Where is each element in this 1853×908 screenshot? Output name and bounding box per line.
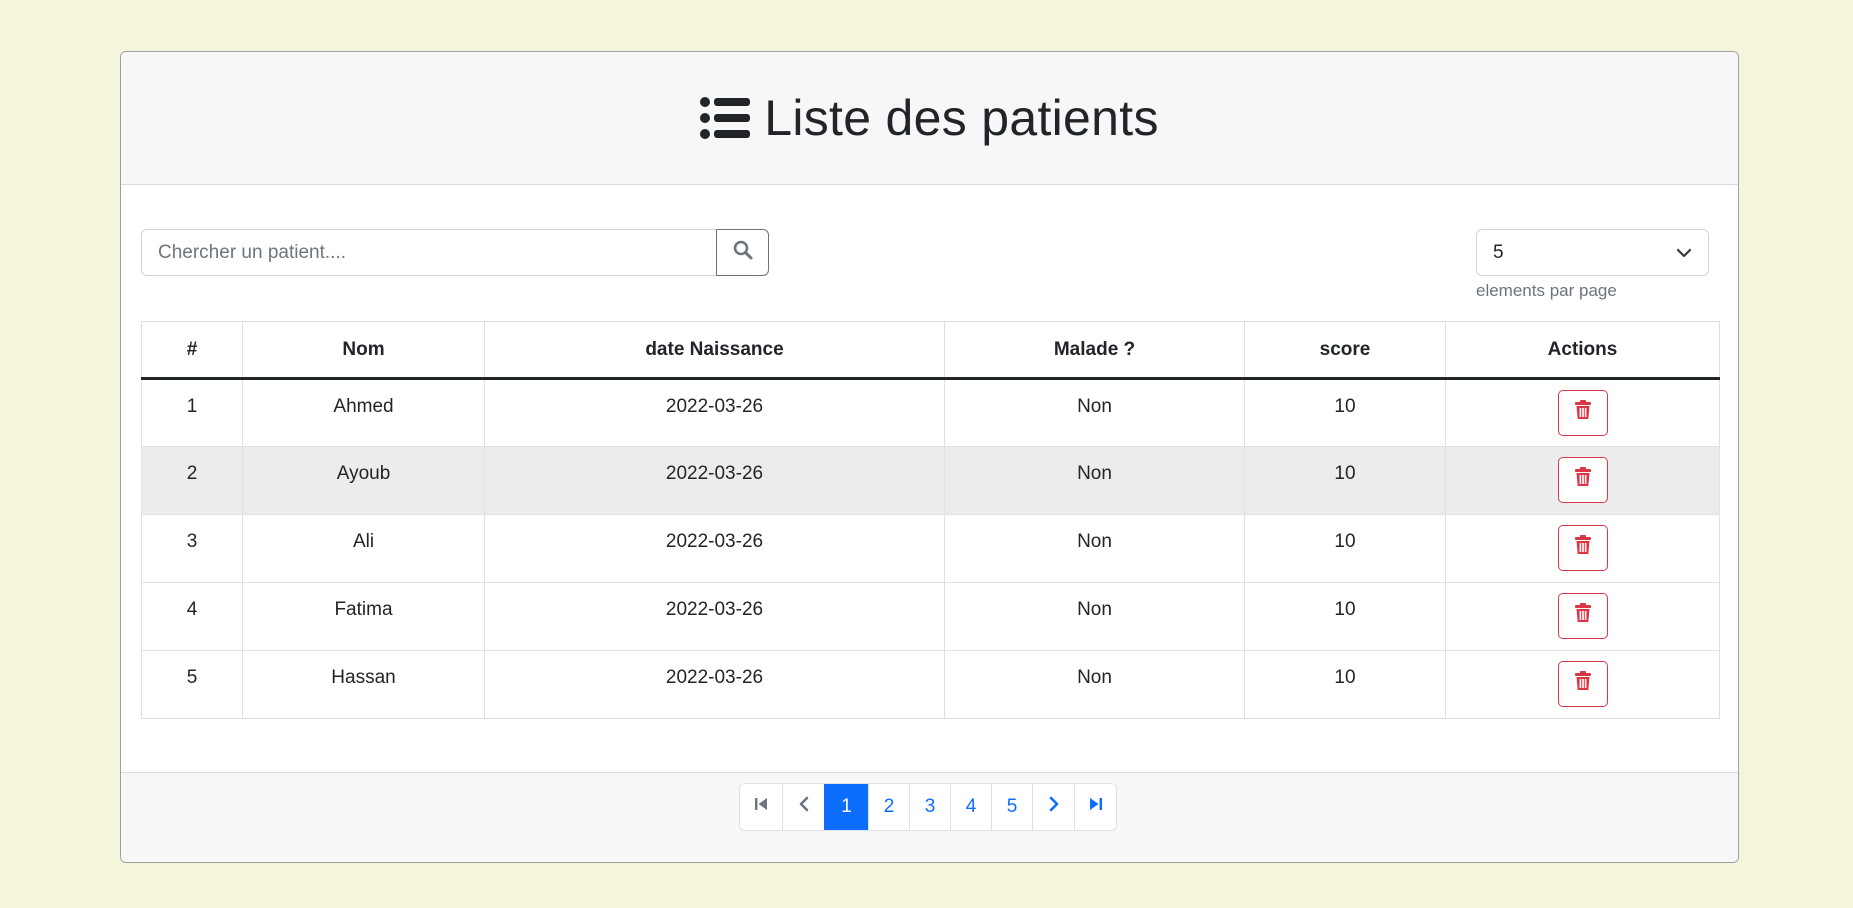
cell-date: 2022-03-26 [484, 650, 945, 719]
cell-date: 2022-03-26 [484, 378, 945, 447]
last-page-icon [1089, 796, 1103, 818]
cell-score: 10 [1244, 582, 1446, 651]
cell-malade: Non [944, 514, 1245, 583]
cell-nom: Fatima [242, 582, 485, 651]
table-row: 5 Hassan 2022-03-26 Non 10 [141, 650, 1720, 719]
trash-icon [1574, 400, 1592, 426]
search-icon [733, 240, 753, 265]
card-footer: 1 2 3 4 5 [121, 772, 1738, 862]
delete-button[interactable] [1557, 457, 1608, 503]
cell-nom: Ayoub [242, 446, 485, 515]
cell-score: 10 [1244, 514, 1446, 583]
search-placeholder: Chercher un patient.... [158, 241, 346, 263]
cell-actions [1445, 582, 1720, 651]
cell-actions [1445, 514, 1720, 583]
cell-score: 10 [1244, 650, 1446, 719]
trash-icon [1574, 467, 1592, 493]
cell-nom: Ahmed [242, 378, 485, 447]
pagination: 1 2 3 4 5 [739, 783, 1117, 831]
search-input[interactable]: Chercher un patient.... [141, 229, 717, 276]
page-title-group: Liste des patients [700, 89, 1159, 147]
delete-button[interactable] [1557, 593, 1608, 639]
next-page-button[interactable] [1032, 784, 1074, 830]
table-row: 4 Fatima 2022-03-26 Non 10 [141, 582, 1720, 651]
card-header: Liste des patients [121, 52, 1738, 185]
column-header-actions: Actions [1445, 321, 1720, 380]
cell-date: 2022-03-26 [484, 446, 945, 515]
table-row: 3 Ali 2022-03-26 Non 10 [141, 514, 1720, 583]
last-page-button[interactable] [1074, 784, 1116, 830]
cell-id: 5 [141, 650, 243, 719]
search-button[interactable] [716, 229, 769, 276]
cell-score: 10 [1244, 446, 1446, 515]
column-header-date: date Naissance [484, 321, 945, 380]
cell-id: 2 [141, 446, 243, 515]
first-page-button[interactable] [740, 784, 782, 830]
cell-date: 2022-03-26 [484, 582, 945, 651]
cell-actions [1445, 378, 1720, 447]
trash-icon [1574, 535, 1592, 561]
table-row: 2 Ayoub 2022-03-26 Non 10 [141, 446, 1720, 515]
trash-icon [1574, 671, 1592, 697]
cell-date: 2022-03-26 [484, 514, 945, 583]
page-button-4[interactable]: 4 [950, 784, 991, 830]
cell-actions [1445, 446, 1720, 515]
first-page-icon [754, 796, 768, 818]
list-icon [700, 97, 751, 139]
cell-id: 1 [141, 378, 243, 447]
cell-nom: Ali [242, 514, 485, 583]
cell-malade: Non [944, 378, 1245, 447]
page-button-5[interactable]: 5 [991, 784, 1032, 830]
delete-button[interactable] [1557, 525, 1608, 571]
column-header-id: # [141, 321, 243, 380]
chevron-left-icon [798, 796, 810, 818]
cell-malade: Non [944, 582, 1245, 651]
column-header-malade: Malade ? [944, 321, 1245, 380]
chevron-down-icon [1676, 242, 1692, 264]
patients-table: # Nom date Naissance Malade ? score Acti… [141, 321, 1720, 719]
cell-malade: Non [944, 446, 1245, 515]
page-title: Liste des patients [764, 90, 1159, 146]
cell-nom: Hassan [242, 650, 485, 719]
cell-actions [1445, 650, 1720, 719]
chevron-right-icon [1048, 796, 1060, 818]
cell-id: 3 [141, 514, 243, 583]
cell-id: 4 [141, 582, 243, 651]
column-header-score: score [1244, 321, 1446, 380]
page-size-select[interactable]: 5 [1476, 229, 1709, 276]
delete-button[interactable] [1557, 390, 1608, 436]
page-button-1[interactable]: 1 [824, 784, 868, 830]
page-size-caption: elements par page [1476, 281, 1617, 300]
prev-page-button[interactable] [782, 784, 824, 830]
cell-malade: Non [944, 650, 1245, 719]
search-group: Chercher un patient.... [141, 229, 769, 276]
cell-score: 10 [1244, 378, 1446, 447]
page-size-value: 5 [1493, 241, 1504, 263]
page-button-3[interactable]: 3 [909, 784, 950, 830]
delete-button[interactable] [1557, 661, 1608, 707]
trash-icon [1574, 603, 1592, 629]
table-row: 1 Ahmed 2022-03-26 Non 10 [141, 378, 1720, 447]
patients-card: Liste des patients Chercher un patient..… [120, 51, 1739, 863]
column-header-nom: Nom [242, 321, 485, 380]
table-header-row: # Nom date Naissance Malade ? score Acti… [141, 321, 1720, 380]
page-button-2[interactable]: 2 [868, 784, 909, 830]
table-controls: Chercher un patient.... 5 elements par p… [141, 229, 1718, 319]
